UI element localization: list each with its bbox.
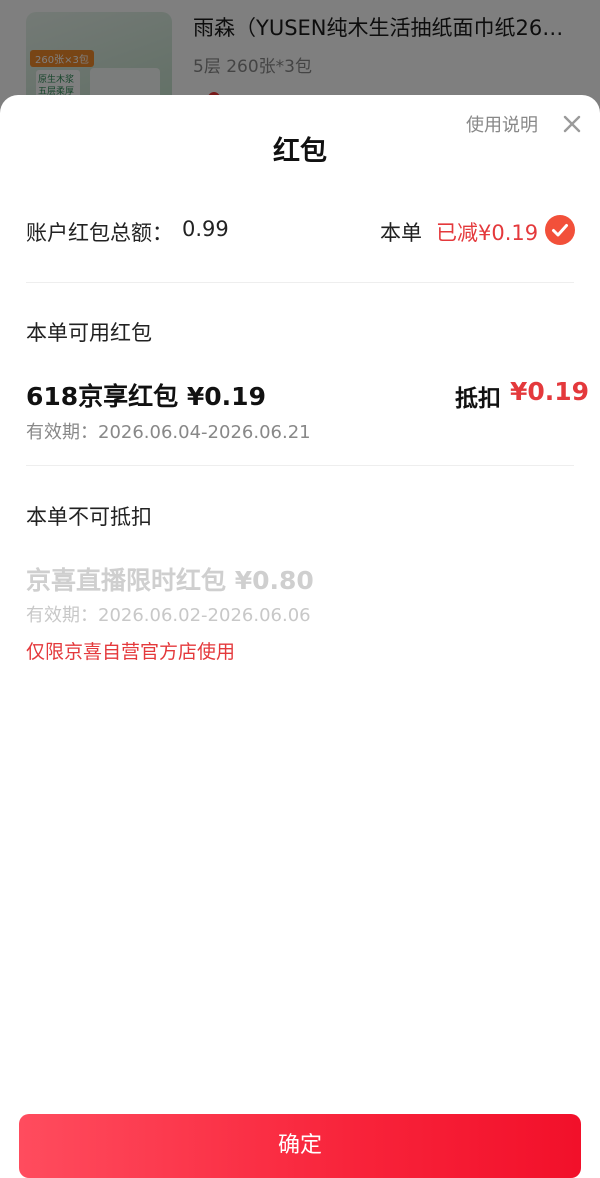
- unavailable-section-title: 本单不可抵扣: [26, 505, 152, 529]
- account-total-row[interactable]: 账户红包总额： 0.99 本单 已减¥0.19: [26, 215, 575, 255]
- check-circle-icon[interactable]: [545, 215, 575, 245]
- order-label: 本单: [380, 221, 422, 245]
- red-packet-sheet: 红包 使用说明 账户红包总额： 0.99 本单 已减¥0.19 本单可用红包 6…: [0, 95, 600, 1178]
- divider: [26, 282, 574, 283]
- account-total-value: 0.99: [182, 217, 229, 241]
- disabled-coupon-name: 京喜直播限时红包 ¥0.80: [26, 566, 314, 595]
- coupon-name: 618京享红包 ¥0.19: [26, 382, 266, 411]
- close-icon[interactable]: [561, 113, 583, 135]
- deduct-amount: ¥0.19: [510, 377, 590, 406]
- usage-instructions-link[interactable]: 使用说明: [466, 111, 538, 137]
- deduct-label: 抵扣: [455, 386, 501, 412]
- divider: [26, 465, 574, 466]
- confirm-button[interactable]: 确定: [19, 1114, 581, 1178]
- account-total-label: 账户红包总额：: [26, 221, 173, 245]
- coupon-restriction-note: 仅限京喜自营官方店使用: [26, 641, 236, 663]
- order-reduced-amount: 已减¥0.19: [436, 221, 539, 245]
- coupon-validity: 有效期：2026.06.04-2026.06.21: [26, 422, 311, 443]
- disabled-coupon-validity: 有效期：2026.06.02-2026.06.06: [26, 605, 311, 626]
- available-section-title: 本单可用红包: [26, 321, 152, 345]
